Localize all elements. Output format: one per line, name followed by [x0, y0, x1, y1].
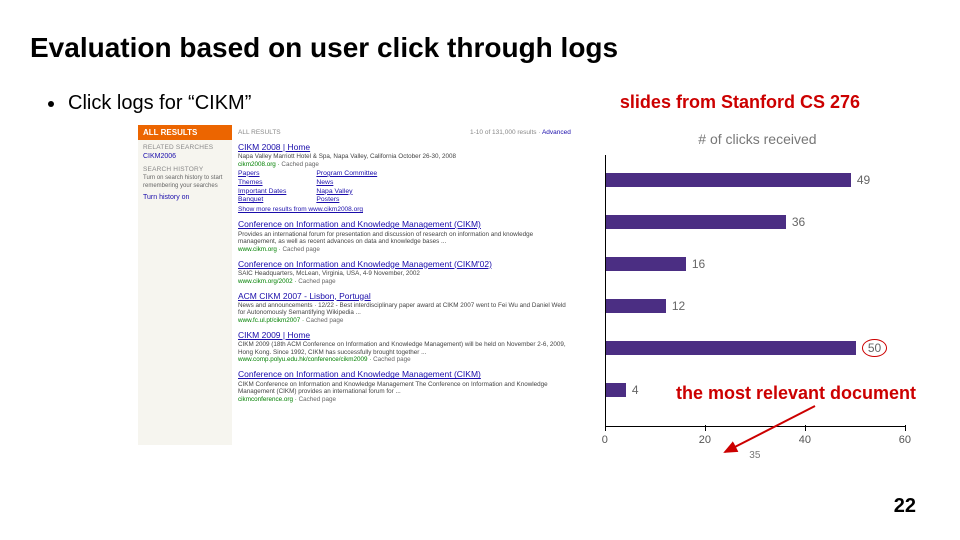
result-title-link[interactable]: Conference on Information and Knowledge …	[238, 220, 571, 229]
chart-bar-label: 36	[792, 215, 805, 229]
bullet-item: Click logs for “CIKM”	[48, 92, 251, 115]
result-item: Conference on Information and Knowledge …	[238, 219, 571, 252]
result-sublink[interactable]: Program Committee	[316, 170, 377, 177]
bullet-text: Click logs for “CIKM”	[68, 92, 251, 115]
result-url: www.comp.polyu.edu.hk/conference/cikm200…	[238, 356, 368, 363]
result-snippet: Napa Valley Marriott Hotel & Spa, Napa V…	[238, 153, 571, 161]
result-sublink[interactable]: Papers	[238, 170, 260, 177]
show-more-link[interactable]: Show more results from www.cikm2008.org	[238, 206, 571, 213]
sidebar-header: ALL RESULTS	[138, 125, 232, 140]
result-snippet: SAIC Headquarters, McLean, Virginia, USA…	[238, 270, 571, 278]
chart-bar: 16	[606, 257, 705, 271]
chart-bar-label: 4	[632, 383, 639, 397]
cached-link[interactable]: Cached page	[306, 317, 343, 324]
result-sublink[interactable]: Posters	[316, 196, 339, 203]
result-url: cikmconference.org	[238, 396, 293, 403]
result-item: Conference on Information and Knowledge …	[238, 259, 571, 285]
cached-link[interactable]: Cached page	[373, 356, 410, 363]
bullet-dot-icon	[48, 101, 54, 107]
result-url: www.cikm.org/2002	[238, 278, 293, 285]
serp-sidebar: ALL RESULTS RELATED SEARCHES CIKM2006 SE…	[138, 125, 232, 445]
result-url: cikm2008.org	[238, 161, 276, 168]
annotation-most-relevant: the most relevant document	[676, 383, 916, 404]
result-title-link[interactable]: CIKM 2008 | Home	[238, 143, 571, 152]
result-snippet: CIKM 2009 (18th ACM Conference on Inform…	[238, 341, 571, 356]
related-search-link[interactable]: CIKM2006	[143, 153, 227, 160]
result-url: www.cikm.org	[238, 246, 277, 253]
attribution-label: slides from Stanford CS 276	[620, 92, 920, 113]
search-results-panel: ALL RESULTS RELATED SEARCHES CIKM2006 SE…	[138, 125, 577, 445]
result-sublink[interactable]: News	[316, 179, 333, 186]
chart-bar: 50	[606, 341, 887, 355]
result-sublink[interactable]: Themes	[238, 179, 263, 186]
chart-bar: 36	[606, 215, 805, 229]
chart-bar: 12	[606, 299, 685, 313]
x-tick	[905, 425, 906, 431]
arrow-icon	[710, 404, 820, 464]
serp-main: ALL RESULTS 1-10 of 131,000 results · Ad…	[232, 125, 577, 445]
result-sublink[interactable]: Important Dates	[238, 188, 286, 195]
result-url: www.fc.ul.pt/cikm2007	[238, 317, 300, 324]
related-searches-label: RELATED SEARCHES	[143, 144, 227, 151]
result-item: Conference on Information and Knowledge …	[238, 369, 571, 402]
result-title-link[interactable]: ACM CIKM 2007 - Lisbon, Portugal	[238, 292, 571, 301]
serp-topline-left: ALL RESULTS	[238, 129, 281, 136]
chart-bar-label: 50	[862, 339, 887, 357]
result-title-link[interactable]: Conference on Information and Knowledge …	[238, 260, 571, 269]
x-tick-label: 60	[899, 434, 911, 446]
serp-result-count: 1-10 of 131,000 results	[470, 129, 537, 136]
search-history-label: SEARCH HISTORY	[143, 166, 227, 173]
cached-link[interactable]: Cached page	[299, 396, 336, 403]
result-snippet: News and announcements · 12/22 - Best in…	[238, 302, 571, 317]
chart-bar: 4	[606, 383, 639, 397]
result-title-link[interactable]: Conference on Information and Knowledge …	[238, 370, 571, 379]
search-history-text: Turn on search history to start remember…	[143, 175, 227, 190]
x-tick	[605, 425, 606, 431]
result-sublink[interactable]: Napa Valley	[316, 188, 352, 195]
cached-link[interactable]: Cached page	[282, 246, 319, 253]
chart-bar-label: 49	[857, 173, 870, 187]
result-item: CIKM 2008 | Home Napa Valley Marriott Ho…	[238, 142, 571, 213]
chart-bar-label: 12	[672, 299, 685, 313]
chart-title: # of clicks received	[593, 131, 922, 147]
result-sublink[interactable]: Banquet	[238, 196, 263, 203]
page-title: Evaluation based on user click through l…	[30, 32, 930, 64]
turn-history-on-link[interactable]: Turn history on	[143, 194, 227, 201]
result-snippet: Provides an international forum for pres…	[238, 231, 571, 246]
result-item: ACM CIKM 2007 - Lisbon, Portugal News an…	[238, 291, 571, 324]
chart-bar: 49	[606, 173, 870, 187]
cached-link[interactable]: Cached page	[298, 278, 335, 285]
result-title-link[interactable]: CIKM 2009 | Home	[238, 331, 571, 340]
result-item: CIKM 2009 | Home CIKM 2009 (18th ACM Con…	[238, 330, 571, 363]
page-number: 22	[894, 495, 916, 518]
chart-bar-label: 16	[692, 257, 705, 271]
x-tick-label: 0	[602, 434, 608, 446]
cached-link[interactable]: Cached page	[281, 161, 318, 168]
result-snippet: CIKM Conference on Information and Knowl…	[238, 381, 571, 396]
advanced-link[interactable]: Advanced	[542, 129, 571, 136]
x-tick	[705, 425, 706, 431]
